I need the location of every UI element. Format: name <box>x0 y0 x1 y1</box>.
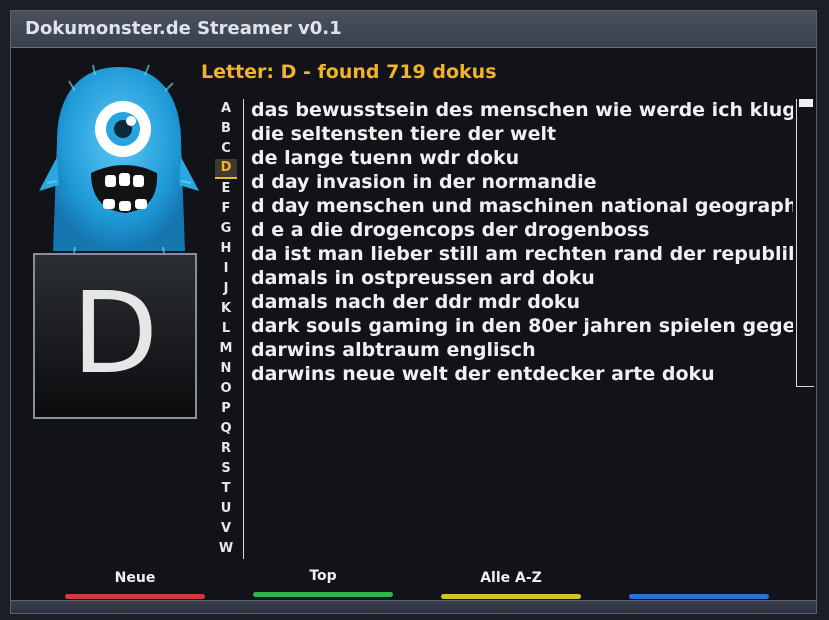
red-button-label: Neue <box>114 570 156 586</box>
list-item[interactable]: die seltensten tiere der welt <box>251 122 793 146</box>
list-item[interactable]: da ist man lieber still am rechten rand … <box>251 242 793 266</box>
scrollbar-thumb[interactable] <box>799 99 813 107</box>
letter-v[interactable]: V <box>215 519 237 539</box>
list-item[interactable]: das bewusstsein des menschen wie werde i… <box>251 98 793 122</box>
letter-q[interactable]: Q <box>215 419 237 439</box>
letter-p[interactable]: P <box>215 399 237 419</box>
result-heading: Letter: D - found 719 dokus <box>201 61 497 83</box>
green-color-bar <box>253 592 393 597</box>
list-item[interactable]: d day invasion in der normandie <box>251 170 793 194</box>
letter-t[interactable]: T <box>215 479 237 499</box>
list-item[interactable]: dark souls gaming in den 80er jahren spi… <box>251 314 793 338</box>
letter-u[interactable]: U <box>215 499 237 519</box>
list-item[interactable]: damals nach der ddr mdr doku <box>251 290 793 314</box>
selected-letter: D <box>71 269 159 399</box>
title-bar: Dokumonster.de Streamer v0.1 <box>11 11 816 48</box>
green-button-label: Top <box>309 568 337 584</box>
blue-furry-monster-icon <box>39 64 199 260</box>
documentary-list: das bewusstsein des menschen wie werde i… <box>251 98 793 386</box>
list-item[interactable]: d day menschen und maschinen national ge… <box>251 194 793 218</box>
list-item[interactable]: d e a die drogencops der drogenboss <box>251 218 793 242</box>
scrollbar[interactable] <box>796 99 814 387</box>
blue-button[interactable] <box>629 568 769 599</box>
alphabet-index: ABCDEFGHIJKLMNOPQRSTUVW <box>215 99 237 559</box>
letter-j[interactable]: J <box>215 279 237 299</box>
yellow-button-label: Alle A-Z <box>480 570 542 586</box>
blue-color-bar <box>629 594 769 599</box>
selected-letter-tile: D <box>33 253 197 419</box>
letter-w[interactable]: W <box>215 539 237 559</box>
letter-n[interactable]: N <box>215 359 237 379</box>
blue-button-label <box>629 568 769 588</box>
letter-b[interactable]: B <box>215 119 237 139</box>
letter-m[interactable]: M <box>215 339 237 359</box>
letter-g[interactable]: G <box>215 219 237 239</box>
list-item[interactable]: darwins neue welt der entdecker arte dok… <box>251 362 793 386</box>
yellow-color-bar <box>441 594 581 599</box>
red-button-neue[interactable]: Neue <box>65 568 205 599</box>
window-title: Dokumonster.de Streamer v0.1 <box>25 18 342 39</box>
letter-i[interactable]: I <box>215 259 237 279</box>
letter-f[interactable]: F <box>215 199 237 219</box>
letter-o[interactable]: O <box>215 379 237 399</box>
list-item[interactable]: de lange tuenn wdr doku <box>251 146 793 170</box>
letter-h[interactable]: H <box>215 239 237 259</box>
divider <box>243 99 244 559</box>
list-item[interactable]: damals in ostpreussen ard doku <box>251 266 793 290</box>
letter-s[interactable]: S <box>215 459 237 479</box>
letter-e[interactable]: E <box>215 179 237 199</box>
red-color-bar <box>65 594 205 599</box>
letter-d[interactable]: D <box>215 159 237 179</box>
bottom-bar <box>11 600 816 613</box>
green-button-top[interactable]: Top <box>253 566 393 597</box>
app-window: Dokumonster.de Streamer v0.1 D Letter: D… <box>10 10 817 614</box>
letter-a[interactable]: A <box>215 99 237 119</box>
letter-k[interactable]: K <box>215 299 237 319</box>
letter-r[interactable]: R <box>215 439 237 459</box>
list-item[interactable]: darwins albtraum englisch <box>251 338 793 362</box>
yellow-button-alle-a-z[interactable]: Alle A-Z <box>441 568 581 599</box>
letter-l[interactable]: L <box>215 319 237 339</box>
letter-c[interactable]: C <box>215 139 237 159</box>
